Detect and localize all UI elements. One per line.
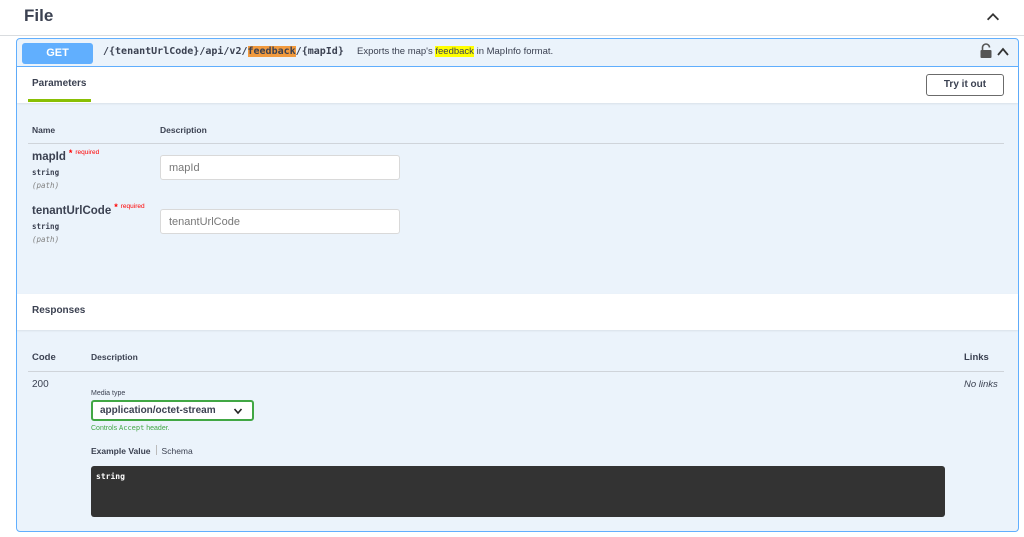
column-links: Links bbox=[964, 352, 989, 363]
example-code-block: string bbox=[91, 466, 945, 517]
tab-separator bbox=[155, 445, 157, 455]
tenanturlcode-input[interactable] bbox=[160, 209, 400, 234]
try-it-out-button[interactable]: Try it out bbox=[926, 74, 1004, 96]
param-type: string bbox=[32, 168, 60, 177]
operation-path: /{tenantUrlCode}/api/v2/feedback/{mapId} bbox=[103, 46, 344, 57]
media-type-label: Media type bbox=[91, 390, 126, 397]
lock-icon[interactable] bbox=[979, 43, 993, 59]
column-code: Code bbox=[32, 352, 56, 363]
section-header[interactable]: File bbox=[0, 0, 1024, 36]
divider bbox=[28, 143, 1004, 144]
media-type-value: application/octet-stream bbox=[100, 405, 216, 416]
chevron-down-icon bbox=[233, 408, 243, 415]
tab-example-value[interactable]: Example Value bbox=[91, 446, 151, 456]
method-badge: GET bbox=[22, 43, 93, 64]
param-name-tenanturlcode: tenantUrlCode * required bbox=[32, 202, 145, 217]
tab-parameters[interactable]: Parameters bbox=[32, 78, 86, 89]
path-highlight: feedback bbox=[247, 46, 296, 57]
summary-highlight: feedback bbox=[435, 46, 474, 57]
divider bbox=[28, 371, 1004, 372]
column-name: Name bbox=[32, 125, 56, 135]
example-body: string bbox=[96, 472, 125, 481]
example-tabs: Example Value Schema bbox=[91, 445, 193, 456]
response-code: 200 bbox=[32, 379, 49, 390]
parameters-header: Parameters Try it out bbox=[17, 67, 1018, 103]
mapid-input[interactable] bbox=[160, 155, 400, 180]
controls-accept-text: Controls Accept header. bbox=[91, 424, 170, 432]
column-description: Description bbox=[160, 125, 207, 135]
media-type-select[interactable]: application/octet-stream bbox=[91, 400, 254, 421]
param-type: string bbox=[32, 222, 60, 231]
tab-underline bbox=[28, 99, 91, 102]
section-title: File bbox=[24, 6, 54, 25]
operation-description: Exports the map's feedback in MapInfo fo… bbox=[357, 46, 554, 57]
chevron-up-icon[interactable] bbox=[984, 8, 1002, 26]
operation-block: GET /{tenantUrlCode}/api/v2/feedback/{ma… bbox=[16, 38, 1019, 532]
responses-header: Responses bbox=[17, 294, 1018, 330]
chevron-up-icon[interactable] bbox=[996, 45, 1010, 59]
tab-schema[interactable]: Schema bbox=[162, 446, 193, 456]
operation-summary[interactable]: GET /{tenantUrlCode}/api/v2/feedback/{ma… bbox=[17, 39, 1018, 67]
param-location: (path) bbox=[32, 235, 60, 244]
param-location: (path) bbox=[32, 181, 60, 190]
column-description: Description bbox=[91, 352, 138, 362]
response-links: No links bbox=[964, 379, 998, 390]
responses-title: Responses bbox=[32, 305, 86, 316]
param-name-mapid: mapId * required bbox=[32, 148, 100, 163]
